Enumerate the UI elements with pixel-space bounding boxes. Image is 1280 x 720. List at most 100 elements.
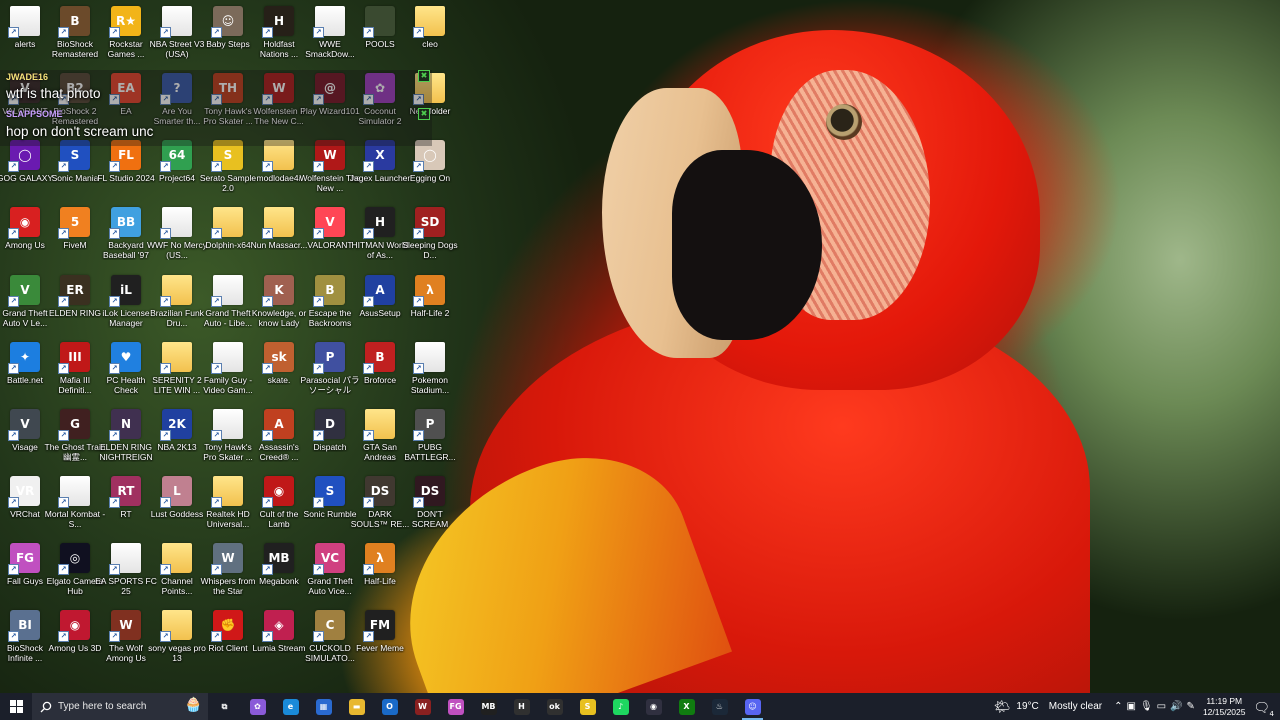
desktop-icon[interactable]: ↗ alerts xyxy=(0,6,50,49)
desktop-icon[interactable]: ↗ WWE SmackDow... xyxy=(305,6,355,59)
desktop-icon[interactable]: VR ↗ VRChat xyxy=(0,476,50,519)
weather-widget[interactable]: 🌤 19°C Mostly clear xyxy=(994,699,1102,715)
desktop-icon[interactable]: 64 ↗ Project64 xyxy=(152,140,202,183)
network-icon[interactable]: ▭ xyxy=(1157,701,1166,712)
desktop-icon[interactable]: DS ↗ DON'T SCREAM xyxy=(405,476,455,529)
desktop-icon[interactable]: 2K ↗ NBA 2K13 xyxy=(152,409,202,452)
desktop-icon[interactable]: sk ↗ skate. xyxy=(254,342,304,385)
desktop-icon[interactable]: B ↗ Broforce xyxy=(355,342,405,385)
taskbar-app-store[interactable]: ▦ xyxy=(307,693,340,720)
desktop-icon[interactable]: N ↗ ELDEN RING NIGHTREIGN xyxy=(99,409,153,462)
desktop-icon[interactable]: ◉ ↗ Cult of the Lamb xyxy=(254,476,304,529)
taskbar-app-okami[interactable]: ok xyxy=(538,693,571,720)
taskbar-app-edge[interactable]: e xyxy=(274,693,307,720)
desktop-icon[interactable]: ↗ Channel Points... xyxy=(152,543,202,596)
desktop-icon[interactable]: ↗ GTA San Andreas xyxy=(355,409,405,462)
desktop-icon[interactable]: DS ↗ DARK SOULS™ RE... xyxy=(351,476,409,529)
taskbar-app-serato[interactable]: S xyxy=(571,693,604,720)
desktop-icon[interactable]: ↗ Nun Massacr... xyxy=(251,207,307,250)
desktop-icon[interactable]: ↗ modlodae4r xyxy=(254,140,304,183)
desktop-icon[interactable]: ☺ ↗ Baby Steps xyxy=(203,6,253,49)
desktop-icon[interactable]: ◈ ↗ Lumia Stream xyxy=(253,610,305,653)
desktop-icon[interactable]: BI ↗ BioShock Infinite ... xyxy=(0,610,50,663)
desktop-icon[interactable]: ↗ SERENITY 2 LITE WIN ... xyxy=(152,342,202,395)
desktop-icon[interactable]: ↗ WWF No Mercy (US... xyxy=(147,207,207,260)
desktop-icon[interactable]: ↗ cleo xyxy=(405,6,455,49)
desktop-icon[interactable]: SD ↗ Sleeping Dogs D... xyxy=(402,207,458,260)
start-button[interactable] xyxy=(0,693,32,720)
taskbar-app-spotify[interactable]: ♪ xyxy=(604,693,637,720)
desktop-icon[interactable]: ◯ ↗ GOG GALAXY xyxy=(0,140,53,183)
desktop-icon[interactable]: P ↗ Parasocial パラソーシャル xyxy=(300,342,360,395)
taskbar-app-fall-guys[interactable]: FG xyxy=(439,693,472,720)
taskbar-app-copilot[interactable]: ✿ xyxy=(241,693,274,720)
desktop-icon[interactable]: W ↗ Whispers from the Star xyxy=(201,543,255,596)
desktop-icon[interactable]: ↗ Tony Hawk's Pro Skater ... xyxy=(203,409,253,462)
desktop-icon[interactable]: A ↗ AsusSetup xyxy=(355,275,405,318)
desktop-icon[interactable]: ↗ Realtek HD Universal... xyxy=(203,476,253,529)
desktop-icon[interactable]: A ↗ Assassin's Creed® ... xyxy=(254,409,304,462)
desktop-icon[interactable]: ◯ ↗ Egging On xyxy=(405,140,455,183)
desktop-icon[interactable]: C ↗ CUCKOLD SIMULATO... xyxy=(305,610,355,663)
desktop-icon[interactable]: λ ↗ Half-Life xyxy=(355,543,405,586)
desktop-icon[interactable]: ↗ Brazilian Funk Dru... xyxy=(150,275,204,328)
desktop-icon[interactable]: ↗ EA SPORTS FC 25 xyxy=(95,543,157,596)
desktop-icon[interactable]: ↗ NBA Street V3 (USA) xyxy=(150,6,204,59)
desktop-icon[interactable]: BB ↗ Backyard Baseball '97 xyxy=(101,207,151,260)
desktop-icon[interactable]: S ↗ Serato Sample 2.0 xyxy=(200,140,256,193)
desktop-icon[interactable]: FL ↗ FL Studio 2024 xyxy=(97,140,155,183)
desktop-icon[interactable]: MB ↗ Megabonk xyxy=(254,543,304,586)
desktop-icon[interactable]: FM ↗ Fever Meme xyxy=(355,610,405,653)
desktop-icon[interactable]: D ↗ Dispatch xyxy=(305,409,355,452)
desktop-icon[interactable]: ♥ ↗ PC Health Check xyxy=(101,342,151,395)
desktop-icon[interactable]: P ↗ PUBG BATTLEGR... xyxy=(404,409,456,462)
desktop-icon[interactable]: S ↗ Sonic Mania xyxy=(50,140,100,183)
desktop-icon[interactable]: λ ↗ Half-Life 2 xyxy=(405,275,455,318)
taskbar-app-steam[interactable]: ♨ xyxy=(703,693,736,720)
taskbar-app-discord[interactable]: ☺ xyxy=(736,693,769,720)
desktop-icon[interactable]: V ↗ Visage xyxy=(0,409,50,452)
taskbar-app-game[interactable]: W xyxy=(406,693,439,720)
desktop-icon[interactable]: L ↗ Lust Goddess xyxy=(151,476,203,519)
desktop-icon[interactable]: ↗ Dolphin-x64 xyxy=(203,207,253,250)
taskbar-app-obs[interactable]: ◉ xyxy=(637,693,670,720)
desktop-icon[interactable]: B ↗ Escape the Backrooms xyxy=(305,275,355,328)
desktop-icon[interactable]: S ↗ Sonic Rumble xyxy=(304,476,356,519)
desktop-icon[interactable]: ↗ Mortal Kombat - S... xyxy=(45,476,105,529)
desktop-icon[interactable]: X ↗ Jagex Launcher xyxy=(350,140,410,183)
taskbar-app-task-view[interactable]: ⧉ xyxy=(208,693,241,720)
clock[interactable]: 11:19 PM 12/15/2025 xyxy=(1203,696,1246,718)
meet-now-icon[interactable]: ▣ xyxy=(1126,701,1135,712)
desktop-icon[interactable]: ER ↗ ELDEN RING xyxy=(49,275,101,318)
desktop-icon[interactable]: ◉ ↗ Among Us 3D xyxy=(49,610,101,653)
desktop-icon[interactable]: ↗ Family Guy - Video Gam... xyxy=(203,342,253,395)
taskbar-app-hitman[interactable]: H xyxy=(505,693,538,720)
desktop-icon[interactable]: H ↗ Holdfast Nations ... xyxy=(254,6,304,59)
microphone-icon[interactable]: 🎙 xyxy=(1140,701,1153,712)
taskbar-search[interactable]: Type here to search 🧁 xyxy=(32,693,208,720)
desktop-icon[interactable]: III ↗ Mafia III Definiti... xyxy=(50,342,100,395)
desktop-icon[interactable]: G ↗ The Ghost Train 幽霊... xyxy=(45,409,105,462)
desktop-icon[interactable]: W ↗ The Wolf Among Us xyxy=(101,610,151,663)
taskbar-app-file-explorer[interactable]: ▬ xyxy=(340,693,373,720)
desktop-icon[interactable]: FG ↗ Fall Guys xyxy=(0,543,50,586)
desktop-icon[interactable]: B ↗ BioShock Remastered xyxy=(50,6,100,59)
taskbar-app-megabonk[interactable]: MB xyxy=(472,693,505,720)
desktop-icon[interactable]: ↗ sony vegas pro 13 xyxy=(148,610,206,663)
desktop-icon[interactable]: ↗ Grand Theft Auto - Libe... xyxy=(203,275,253,328)
pen-icon[interactable]: ✎ xyxy=(1187,701,1195,712)
desktop-icon[interactable]: VC ↗ Grand Theft Auto Vice... xyxy=(305,543,355,596)
desktop-icon[interactable]: ✦ ↗ Battle.net xyxy=(0,342,50,385)
notifications-button[interactable]: 🗨 4 xyxy=(1253,697,1274,718)
desktop-icon[interactable]: iL ↗ iLok License Manager xyxy=(101,275,151,328)
desktop-icon[interactable]: ↗ POOLS xyxy=(355,6,405,49)
desktop-icon[interactable]: ◉ ↗ Among Us xyxy=(0,207,50,250)
desktop-icon[interactable]: RT ↗ RT xyxy=(101,476,151,519)
taskbar-app-outlook[interactable]: O xyxy=(373,693,406,720)
desktop-icon[interactable]: V ↗ Grand Theft Auto V Le... xyxy=(0,275,50,328)
desktop-icon[interactable]: ◎ ↗ Elgato Camera Hub xyxy=(47,543,103,596)
desktop-icon[interactable]: V ↗ VALORANT xyxy=(305,207,355,250)
desktop-icon[interactable]: ↗ Pokemon Stadium... xyxy=(405,342,455,395)
taskbar-app-xbox[interactable]: X xyxy=(670,693,703,720)
volume-icon[interactable]: 🔊 xyxy=(1170,701,1182,712)
